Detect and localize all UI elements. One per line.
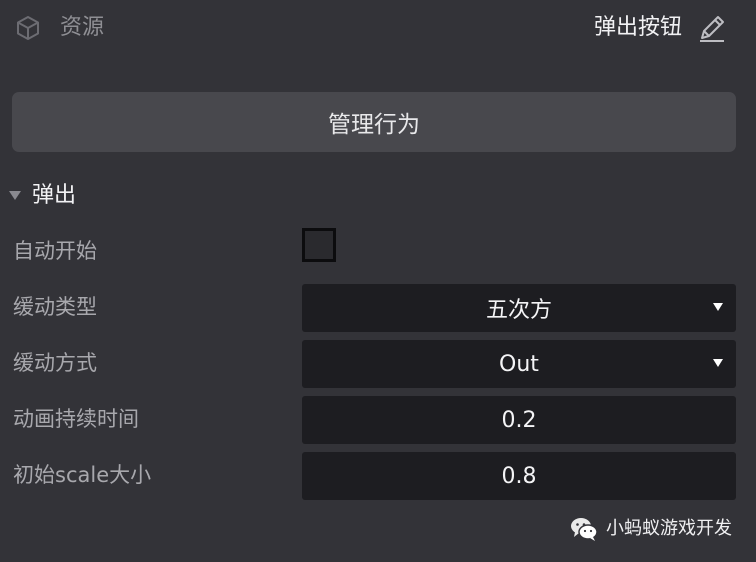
inspector-header: 资源 弹出按钮 [0, 0, 756, 58]
triangle-down-icon [9, 191, 21, 200]
duration-value: 0.2 [501, 407, 537, 433]
dropdown-arrow-icon [713, 303, 723, 311]
dropdown-arrow-icon [713, 359, 723, 367]
resources-tab[interactable]: 资源 [60, 12, 104, 44]
autostart-label: 自动开始 [13, 239, 97, 263]
wechat-icon [571, 518, 598, 541]
ease-mode-value: Out [499, 351, 539, 377]
ease-type-value: 五次方 [485, 298, 552, 323]
duration-input[interactable]: 0.2 [302, 396, 736, 444]
initial-scale-input[interactable]: 0.8 [302, 452, 736, 500]
watermark: 小蚂蚁游戏开发 [570, 512, 750, 546]
popup-section-header[interactable]: 弹出 [0, 178, 300, 214]
ease-mode-select[interactable]: Out [302, 340, 736, 388]
initial-scale-label: 初始scale大小 [13, 463, 152, 487]
cube-icon [17, 16, 39, 40]
manage-behaviors-button[interactable]: 管理行为 [12, 92, 736, 152]
autostart-checkbox[interactable] [302, 228, 336, 262]
initial-scale-value: 0.8 [501, 463, 537, 489]
duration-label: 动画持续时间 [13, 407, 139, 431]
pencil-icon[interactable] [696, 12, 728, 44]
ease-type-select[interactable]: 五次方 [302, 284, 736, 332]
ease-mode-label: 缓动方式 [13, 351, 97, 375]
watermark-text: 小蚂蚁游戏开发 [606, 518, 732, 539]
component-title: 弹出按钮 [593, 15, 682, 40]
ease-type-label: 缓动类型 [13, 295, 97, 319]
section-title: 弹出 [32, 183, 77, 208]
